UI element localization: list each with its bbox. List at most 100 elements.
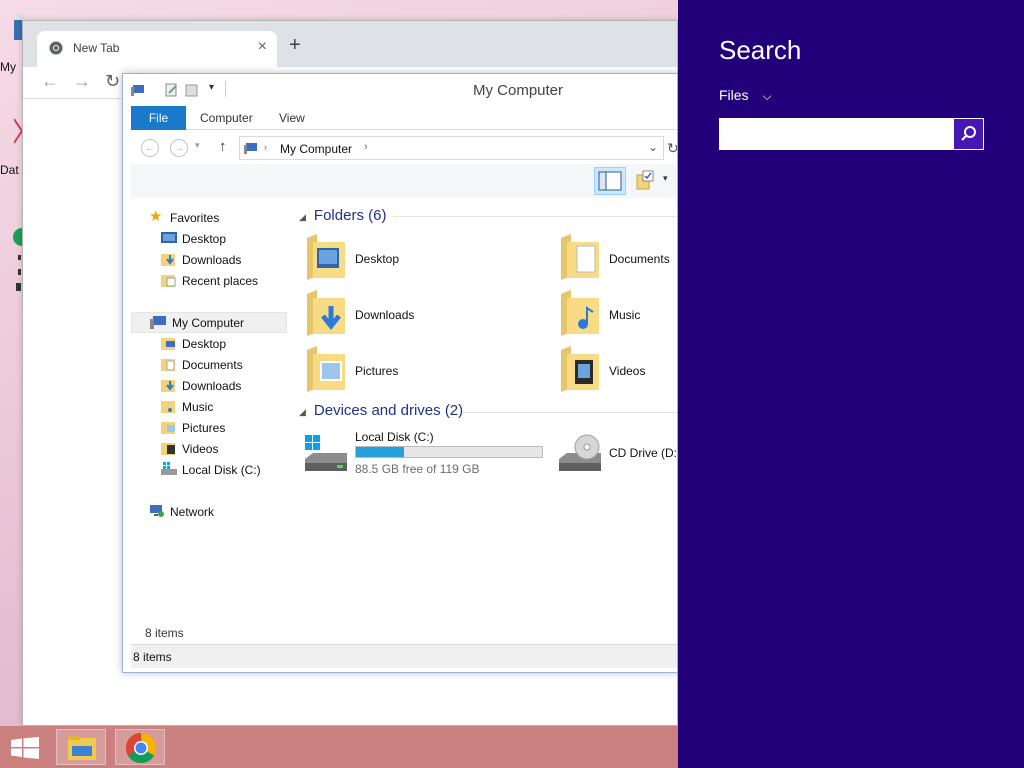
tab-title: New Tab bbox=[73, 41, 120, 55]
nav-network[interactable]: Network bbox=[149, 502, 269, 522]
nav-favorites-downloads[interactable]: Downloads bbox=[161, 250, 281, 270]
back-button[interactable]: ← bbox=[141, 139, 159, 157]
nav-computer-pictures[interactable]: Pictures bbox=[161, 418, 281, 438]
chevron-down-icon[interactable]: ▾ bbox=[663, 173, 668, 184]
drive-free-space: 88.5 GB free of 119 GB bbox=[355, 462, 480, 476]
nav-computer-local-disk[interactable]: Local Disk (C:) bbox=[161, 460, 285, 480]
search-button[interactable] bbox=[954, 119, 983, 149]
new-tab-button[interactable]: + bbox=[289, 34, 301, 57]
folder-tile-desktop[interactable]: Desktop bbox=[303, 232, 543, 288]
close-icon[interactable]: × bbox=[258, 38, 267, 56]
desktop-icon-data[interactable]: Dat bbox=[0, 115, 24, 180]
address-row: ← → ▾ ↑ › My Computer › ⌄ ↻ bbox=[131, 134, 677, 162]
pictures-folder-icon bbox=[307, 346, 345, 392]
nav-my-computer[interactable]: My Computer bbox=[131, 312, 287, 333]
up-arrow-icon[interactable]: ↑ bbox=[219, 138, 227, 155]
collapse-icon[interactable]: ◢ bbox=[299, 212, 306, 222]
nav-favorites[interactable]: ★ Favorites bbox=[149, 208, 279, 228]
desktop-icon-my-computer[interactable]: My bbox=[0, 10, 24, 80]
nav-computer-music[interactable]: Music bbox=[161, 397, 281, 417]
folder-tile-documents[interactable]: Documents bbox=[557, 232, 677, 288]
downloads-folder-icon bbox=[307, 290, 345, 336]
search-charm-panel: Search Files ⌵ bbox=[678, 0, 1024, 768]
app-icon bbox=[13, 228, 22, 291]
chrome-logo-icon bbox=[125, 733, 157, 764]
status-bar: 8 items bbox=[131, 644, 677, 668]
nav-favorites-desktop[interactable]: Desktop bbox=[161, 229, 281, 249]
address-dropdown-icon[interactable]: ⌄ bbox=[648, 140, 658, 154]
folders-group-header[interactable]: ◢ Folders (6) bbox=[299, 207, 386, 225]
navigation-pane: ★ Favorites Desktop Downloads Recent pla… bbox=[131, 202, 289, 642]
item-count: 8 items bbox=[145, 626, 184, 640]
properties-icon[interactable] bbox=[165, 83, 179, 97]
recent-places-icon bbox=[161, 275, 176, 287]
desktop-icon-label: My bbox=[0, 60, 16, 74]
breadcrumb-my-computer[interactable]: My Computer bbox=[280, 142, 352, 156]
videos-folder-icon bbox=[561, 346, 599, 392]
music-folder-icon bbox=[161, 401, 175, 413]
new-folder-icon[interactable] bbox=[185, 83, 199, 97]
desktop-icon bbox=[161, 232, 177, 243]
back-arrow-icon[interactable]: ← bbox=[41, 71, 59, 92]
nav-computer-videos[interactable]: Videos bbox=[161, 439, 281, 459]
collapse-icon[interactable]: ◢ bbox=[299, 407, 306, 417]
downloads-folder-icon bbox=[161, 254, 175, 266]
chrome-logo-icon bbox=[49, 41, 63, 55]
star-icon: ★ bbox=[149, 208, 163, 225]
breadcrumb-chevron-icon[interactable]: › bbox=[264, 142, 267, 152]
drives-group-header[interactable]: ◢ Devices and drives (2) bbox=[299, 402, 463, 420]
drive-usage-fill bbox=[356, 447, 404, 457]
forward-button[interactable]: → bbox=[170, 139, 188, 157]
taskbar-file-explorer[interactable] bbox=[56, 729, 106, 765]
drive-tile-cd[interactable]: CD Drive (D: bbox=[557, 428, 677, 484]
drive-tile-local-disk[interactable]: Local Disk (C:) 88.5 GB free of 119 GB bbox=[303, 428, 553, 484]
address-bar[interactable]: › My Computer › ⌄ bbox=[239, 136, 664, 160]
ribbon-tabs: File Computer View bbox=[131, 106, 677, 130]
desktop-icon-app[interactable] bbox=[0, 225, 22, 295]
network-icon bbox=[150, 505, 164, 517]
search-input[interactable] bbox=[719, 118, 984, 150]
refresh-icon[interactable]: ↻ bbox=[667, 140, 677, 157]
preview-pane-button[interactable] bbox=[594, 167, 626, 195]
tab-computer[interactable]: Computer bbox=[200, 111, 253, 125]
reload-icon[interactable]: ↻ bbox=[105, 71, 120, 92]
windows-logo-icon bbox=[11, 737, 39, 759]
desktop-folder-icon bbox=[307, 234, 345, 280]
preview-pane-icon bbox=[598, 171, 622, 191]
status-item-count: 8 items bbox=[133, 650, 172, 664]
taskbar-chrome[interactable] bbox=[115, 729, 165, 765]
view-options-bar: ▾ bbox=[131, 164, 677, 198]
folder-tile-videos[interactable]: Videos bbox=[557, 344, 677, 400]
drive-label: CD Drive (D: bbox=[609, 446, 677, 460]
file-explorer-icon bbox=[68, 736, 96, 760]
folder-tile-music[interactable]: Music bbox=[557, 288, 677, 344]
chrome-tab-new-tab[interactable]: New Tab × bbox=[37, 31, 277, 67]
nav-computer-desktop[interactable]: Desktop bbox=[161, 334, 281, 354]
charm-title: Search bbox=[719, 35, 802, 65]
folder-tile-downloads[interactable]: Downloads bbox=[303, 288, 543, 344]
tab-file[interactable]: File bbox=[131, 106, 186, 130]
start-button[interactable] bbox=[0, 729, 50, 765]
desktop-icon-label: Dat bbox=[0, 163, 19, 177]
chevron-down-icon[interactable]: ▾ bbox=[209, 82, 214, 93]
documents-folder-icon bbox=[561, 234, 599, 280]
change-view-icon[interactable] bbox=[633, 169, 659, 193]
breadcrumb-chevron-icon[interactable]: › bbox=[364, 141, 368, 153]
desktop-folder-icon bbox=[161, 338, 175, 350]
drive-icon bbox=[161, 462, 177, 475]
nav-computer-documents[interactable]: Documents bbox=[161, 355, 281, 375]
folder-tile-pictures[interactable]: Pictures bbox=[303, 344, 543, 400]
search-scope-dropdown[interactable]: Files ⌵ bbox=[719, 87, 772, 104]
forward-arrow-icon[interactable]: → bbox=[73, 71, 91, 92]
content-pane: ◢ Folders (6) Desktop Documents Downloads bbox=[293, 202, 677, 642]
computer-icon bbox=[150, 316, 166, 329]
nav-recent-places[interactable]: Recent places bbox=[161, 271, 281, 291]
recent-locations-icon[interactable]: ▾ bbox=[195, 140, 200, 151]
documents-folder-icon bbox=[161, 359, 175, 371]
tab-view[interactable]: View bbox=[279, 111, 305, 125]
nav-computer-downloads[interactable]: Downloads bbox=[161, 376, 281, 396]
videos-folder-icon bbox=[161, 443, 175, 455]
search-icon bbox=[961, 126, 976, 141]
explorer-title-bar[interactable]: ▾ My Computer bbox=[123, 74, 677, 106]
group-divider bbox=[463, 412, 677, 413]
